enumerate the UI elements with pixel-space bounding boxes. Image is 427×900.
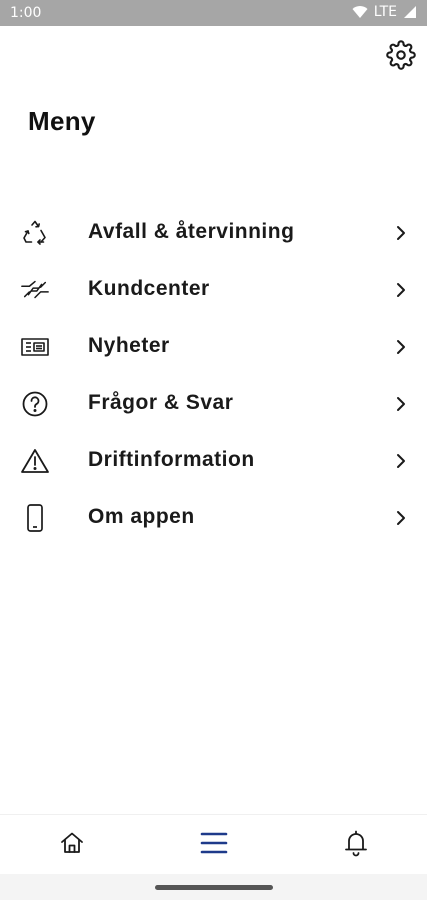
menu-item-avfall[interactable]: Avfall & återvinning	[0, 204, 427, 261]
handshake-icon	[20, 275, 50, 305]
menu-item-label: Frågor & Svar	[88, 391, 234, 414]
gesture-handle[interactable]	[155, 885, 273, 890]
menu-icon	[199, 830, 229, 861]
gear-icon	[386, 39, 416, 75]
chevron-right-icon	[397, 511, 405, 525]
nav-notifications-button[interactable]	[340, 829, 372, 861]
chevron-right-icon	[397, 226, 405, 240]
menu-item-label: Kundcenter	[88, 277, 210, 300]
chevron-right-icon	[397, 454, 405, 468]
chevron-right-icon	[397, 283, 405, 297]
menu-item-fragor-svar[interactable]: Frågor & Svar	[0, 375, 427, 432]
menu-item-label: Nyheter	[88, 334, 170, 357]
recycle-icon	[20, 218, 50, 248]
nav-menu-button[interactable]	[198, 829, 230, 861]
bell-icon	[343, 829, 369, 862]
home-icon	[59, 830, 85, 861]
page-title: Meny	[28, 106, 96, 136]
newspaper-icon	[20, 332, 50, 362]
menu-item-driftinformation[interactable]: Driftinformation	[0, 432, 427, 489]
question-circle-icon	[20, 389, 50, 419]
chevron-right-icon	[397, 397, 405, 411]
settings-button[interactable]	[384, 39, 418, 75]
warning-triangle-icon	[20, 446, 50, 476]
menu-item-nyheter[interactable]: Nyheter	[0, 318, 427, 375]
menu-item-om-appen[interactable]: Om appen	[0, 489, 427, 546]
wifi-icon	[352, 5, 368, 19]
system-gesture-area	[0, 874, 427, 900]
phone-icon	[20, 503, 50, 533]
signal-icon	[403, 5, 417, 19]
menu-item-label: Avfall & återvinning	[88, 220, 295, 243]
menu-item-label: Om appen	[88, 505, 195, 528]
status-indicators: LTE	[352, 4, 417, 20]
nav-home-button[interactable]	[56, 829, 88, 861]
status-time: 1:00	[10, 5, 42, 21]
menu-list: Avfall & återvinning Kundcenter Nyheter …	[0, 204, 427, 546]
network-type-label: LTE	[373, 4, 397, 20]
menu-item-kundcenter[interactable]: Kundcenter	[0, 261, 427, 318]
status-bar: 1:00 LTE	[0, 0, 427, 26]
chevron-right-icon	[397, 340, 405, 354]
menu-item-label: Driftinformation	[88, 448, 255, 471]
bottom-navigation	[0, 814, 427, 875]
